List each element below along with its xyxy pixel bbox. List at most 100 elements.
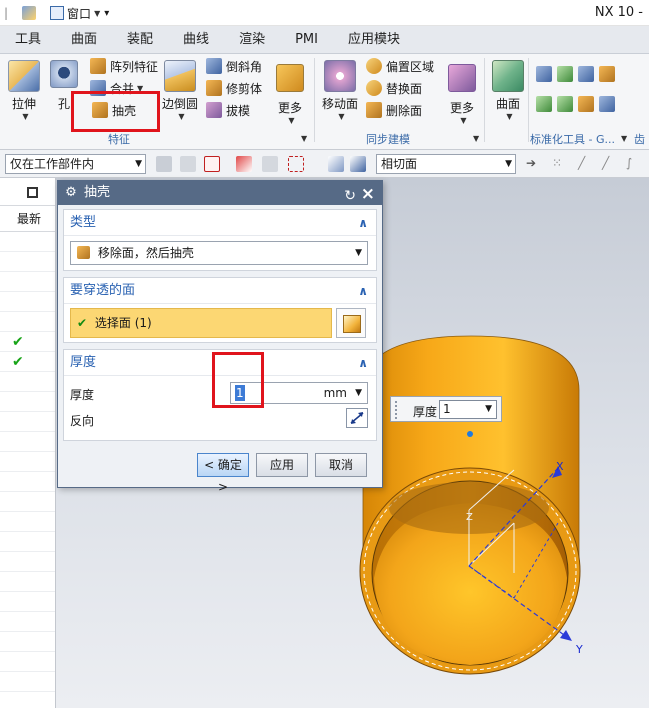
std-tool-4-icon[interactable] [599, 66, 615, 82]
snap-curve-icon[interactable]: ∫ [626, 156, 642, 172]
more-sync-button[interactable]: 更多 ▼ [448, 64, 476, 125]
std-tool-1-icon[interactable] [536, 66, 552, 82]
surface-button[interactable]: 曲面 ▼ [492, 60, 524, 121]
select-face-button[interactable] [336, 308, 366, 338]
select-point-icon[interactable] [236, 156, 252, 172]
maximize-icon[interactable] [27, 187, 38, 198]
std-tools-expand-icon[interactable]: ▼ [621, 134, 627, 143]
chevron-up-icon[interactable]: ∧ [358, 350, 368, 376]
on-screen-thickness-input[interactable]: 厚度 1 ▼ [390, 396, 502, 422]
dialog-title-bar[interactable]: ⚙ 抽壳 ↻ × [58, 181, 382, 205]
list-item[interactable] [0, 412, 55, 432]
shell-type-dropdown[interactable]: 移除面，然后抽壳 ▼ [70, 241, 368, 265]
thickness-drag-handle[interactable] [467, 431, 473, 437]
drag-grip-icon[interactable] [395, 401, 399, 419]
list-item[interactable] [0, 532, 55, 552]
list-item[interactable] [0, 672, 55, 692]
latest-column-header[interactable]: 最新 [0, 206, 55, 232]
type-section-header[interactable]: 类型 ∧ [64, 210, 376, 236]
replace-face-button[interactable]: 替换面 [366, 78, 422, 98]
list-item[interactable]: ✔ [0, 352, 55, 372]
reverse-direction-button[interactable] [346, 408, 368, 428]
edge-blend-button[interactable]: 边倒圆 ▼ [162, 60, 198, 121]
list-item[interactable] [0, 272, 55, 292]
tab-pmi[interactable]: PMI [280, 26, 333, 54]
customize-icon[interactable]: ▾ [104, 8, 109, 19]
delete-face-button[interactable]: 删除面 [366, 100, 422, 120]
std-tool-6-icon[interactable] [557, 96, 573, 112]
select-arrow-icon[interactable] [180, 156, 196, 172]
list-item[interactable] [0, 552, 55, 572]
faces-section-header[interactable]: 要穿透的面 ∧ [64, 278, 376, 304]
list-item[interactable] [0, 652, 55, 672]
list-item[interactable] [0, 232, 55, 252]
chevron-down-icon[interactable]: ▼ [178, 112, 184, 121]
window-menu-icon[interactable] [50, 6, 65, 20]
list-item[interactable] [0, 432, 55, 452]
tab-curve[interactable]: 曲线 [168, 26, 224, 54]
list-item[interactable]: ✔ [0, 332, 55, 352]
std-tool-7-icon[interactable] [578, 96, 594, 112]
face-rule-dropdown[interactable]: 相切面 ▼ [376, 154, 516, 174]
on-screen-thickness-field[interactable]: 1 ▼ [439, 400, 497, 419]
arrow-right-icon[interactable]: ➔ [526, 156, 542, 172]
gear-icon[interactable]: ⚙ [64, 186, 78, 200]
extrude-button[interactable]: 拉伸 ▼ [8, 60, 40, 121]
ok-button[interactable]: < 确定 > [197, 453, 249, 494]
select-face-icon[interactable] [328, 156, 344, 172]
select-link-icon[interactable] [262, 156, 278, 172]
chevron-down-icon[interactable]: ▼ [22, 112, 28, 121]
std-tool-2-icon[interactable] [557, 66, 573, 82]
cancel-button[interactable]: 取消 [315, 453, 367, 477]
reset-icon[interactable]: ↻ [344, 184, 356, 208]
std-tool-5-icon[interactable] [536, 96, 552, 112]
snap-line-icon[interactable]: ╱ [578, 156, 594, 172]
chevron-down-icon[interactable]: ▼ [288, 116, 294, 125]
list-item[interactable] [0, 252, 55, 272]
list-item[interactable] [0, 612, 55, 632]
filter-icon[interactable] [156, 156, 172, 172]
list-item[interactable] [0, 512, 55, 532]
draft-button[interactable]: 拔模 [206, 100, 250, 120]
tab-tools[interactable]: 工具 [0, 26, 56, 54]
tab-assembly[interactable]: 装配 [112, 26, 168, 54]
close-icon[interactable]: × [361, 182, 375, 206]
list-item[interactable] [0, 392, 55, 412]
chevron-down-icon[interactable]: ▼ [338, 112, 344, 121]
chevron-up-icon[interactable]: ∧ [358, 210, 368, 236]
snap-grid-icon[interactable]: ⁙ [552, 156, 568, 172]
tab-application[interactable]: 应用模块 [333, 26, 415, 54]
tab-render[interactable]: 渲染 [224, 26, 280, 54]
trim-body-button[interactable]: 修剪体 [206, 78, 262, 98]
snap-tangent-icon[interactable]: ╱ [602, 156, 618, 172]
list-item[interactable] [0, 312, 55, 332]
chamfer-button[interactable]: 倒斜角 [206, 56, 262, 76]
apply-button[interactable]: 应用 [256, 453, 308, 477]
chevron-down-icon[interactable]: ▼ [355, 383, 362, 403]
chevron-down-icon[interactable]: ▼ [485, 401, 492, 418]
select-faces-row[interactable]: ✔ 选择面 (1) [70, 308, 332, 338]
selection-scope-dropdown[interactable]: 仅在工作部件内 ▼ [5, 154, 146, 174]
paint-icon[interactable] [22, 6, 37, 20]
std-tool-3-icon[interactable] [578, 66, 594, 82]
move-face-button[interactable]: 移动面 ▼ [322, 60, 358, 121]
list-item[interactable] [0, 452, 55, 472]
list-item[interactable] [0, 472, 55, 492]
box-select-icon[interactable] [288, 156, 304, 172]
sync-group-expand-icon[interactable]: ▼ [473, 134, 479, 143]
feature-group-expand-icon[interactable]: ▼ [301, 134, 307, 143]
offset-region-button[interactable]: 偏置区域 [366, 56, 434, 76]
chevron-down-icon[interactable]: ▼ [94, 9, 100, 18]
chevron-down-icon[interactable]: ▼ [460, 116, 466, 125]
more-features-button[interactable]: 更多 ▼ [276, 64, 304, 125]
list-item[interactable] [0, 572, 55, 592]
pattern-feature-button[interactable]: 阵列特征 [90, 56, 158, 76]
tab-surface[interactable]: 曲面 [56, 26, 112, 54]
snap-point-icon[interactable] [204, 156, 220, 172]
chevron-down-icon[interactable]: ▼ [506, 112, 512, 121]
std-tool-8-icon[interactable] [599, 96, 615, 112]
list-item[interactable] [0, 592, 55, 612]
list-item[interactable] [0, 292, 55, 312]
select-body-icon[interactable] [350, 156, 366, 172]
window-menu-button[interactable]: 窗口 [67, 5, 91, 22]
